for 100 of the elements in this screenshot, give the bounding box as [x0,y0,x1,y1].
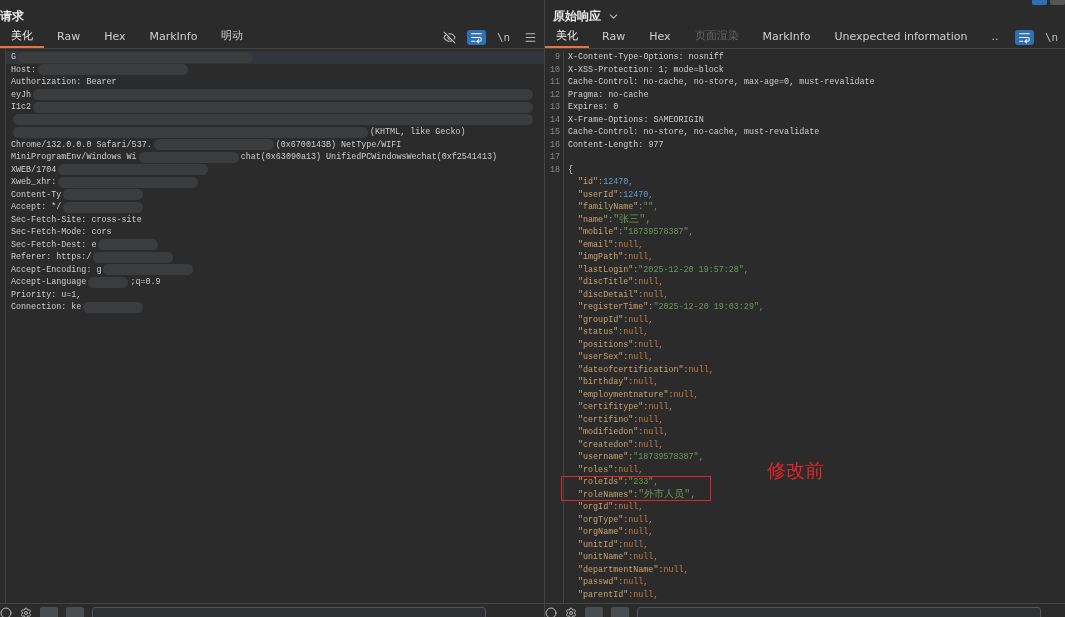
code-text: Pragma: no-cache [568,89,649,100]
hide-icon[interactable] [440,30,459,45]
json-value: null, [638,413,664,426]
json-key: "userId": [578,188,624,201]
help-icon[interactable] [0,607,12,617]
json-value: null, [628,526,654,539]
tab[interactable]: Hex [93,28,137,48]
line-number: 11 [548,76,561,89]
newline-button[interactable]: \n [1042,30,1061,45]
code-text: Xweb_xhr: [11,176,57,189]
line-number: 14 [548,113,561,126]
code-text: X-XSS-Protection: 1; mode=block [568,64,724,75]
code-text: ;q=0.9 [130,276,161,289]
code-text: MiniProgramEnv/Windows Wi [11,151,137,164]
json-key: "discTitle": [578,276,639,289]
json-key: "groupId": [578,313,629,326]
line-number: 18 [548,163,561,176]
wrap-button[interactable] [467,30,486,45]
line-number: 12 [548,88,561,101]
line-number: 16 [548,138,561,151]
code-text: eyJh [11,88,32,101]
json-value: null, [633,376,659,389]
code-text: Cache-Control: no-store, no-cache, must-revalidate [568,127,820,137]
json-key: "orgName": [578,526,629,539]
code-text: (KHTML, like Gecko) [370,126,466,139]
code-text: Accept-Encoding: g [11,263,102,276]
help-icon[interactable] [545,607,557,617]
settings-icon[interactable] [565,607,577,617]
json-key: "imgPath": [578,251,629,264]
json-value: 12470, [623,188,654,201]
json-value: null, [618,501,644,514]
line-number: 13 [548,101,561,114]
tab[interactable]: 明动 [210,26,255,48]
json-key: "userSex": [578,351,629,364]
panel-title: 原始响应 [553,7,601,25]
json-key: "passwd": [578,576,624,589]
tab[interactable]: 美化 [545,26,589,48]
json-key: "createdon": [578,438,639,451]
code-text: X-Content-Type-Options: nosniff [568,52,724,62]
json-value: "外市人员", [638,488,697,501]
json-key: "unitId": [578,538,624,551]
json-value: null, [648,401,674,414]
code-text: Sec-Fetch-Mode: cors [11,226,112,239]
json-key: "employmentnature": [578,388,674,401]
json-key: "username": [578,451,634,464]
code-text: Accept: */ [11,201,62,214]
json-value: null, [643,288,669,301]
line-number: 9 [553,51,561,64]
json-value: null, [623,538,649,551]
json-value: null, [638,338,664,351]
json-key: "roles": [578,463,619,476]
json-value: null, [618,463,644,476]
json-value: null, [663,563,689,576]
json-key: "certifitype": [578,401,649,414]
json-value: null, [618,238,644,251]
code-text: I1c2 [11,101,32,114]
code-text: X-Frame-Options: SAMEORIGIN [568,114,704,125]
json-value: "2025-12-20 19:03:29", [653,301,764,314]
json-value: null, [628,513,654,526]
code-text: { [568,164,574,175]
json-value: "233", [628,476,659,488]
json-key: "dateofcertification": [578,363,689,376]
newline-button[interactable]: \n [494,30,513,45]
json-value: "18739578387", [623,226,694,239]
json-key: "name": [578,213,614,226]
json-key: "roleNames": [578,488,639,501]
code-text: Chrome/132.0.0.0 Safari/537. [11,138,152,151]
json-value: "", [643,201,659,214]
json-key: "status": [578,326,624,339]
json-key: "birthday": [578,376,634,389]
json-value: "18739578387", [633,451,704,464]
panel-title: 请求 [0,7,24,25]
annotation-label: 修改前 [767,460,824,484]
json-value: null, [633,588,659,601]
json-value: null, [643,426,669,439]
json-key: "email": [578,238,619,251]
json-value: null, [638,276,664,289]
tab[interactable]: Hex [638,28,682,48]
json-key: "certifino": [578,413,639,426]
code-text: Authorization: Bearer [11,76,117,89]
wrap-button[interactable] [1015,30,1034,45]
json-value: "2025-12-20 19:57:28", [638,263,749,276]
tab[interactable]: MarkInfo [138,28,209,48]
json-key: "positions": [578,338,639,351]
json-value: null, [623,326,649,339]
tab[interactable]: Raw [46,28,92,48]
json-key: "mobile": [578,226,624,239]
code-text: Expires: 0 [568,102,619,112]
code-text: G [11,51,17,64]
tab[interactable]: Raw [591,28,637,48]
tab[interactable]: 美化 [0,26,44,48]
json-value: null, [628,313,654,326]
tab[interactable]: MarkInfo [751,28,822,48]
tab[interactable]: .. [980,28,1010,48]
tab[interactable]: Unexpected information [823,28,979,48]
json-value: null, [638,438,664,451]
code-text: Content-Ty [11,188,62,201]
json-value: null, [633,551,659,564]
json-value: null, [628,351,654,364]
settings-icon[interactable] [20,607,32,617]
